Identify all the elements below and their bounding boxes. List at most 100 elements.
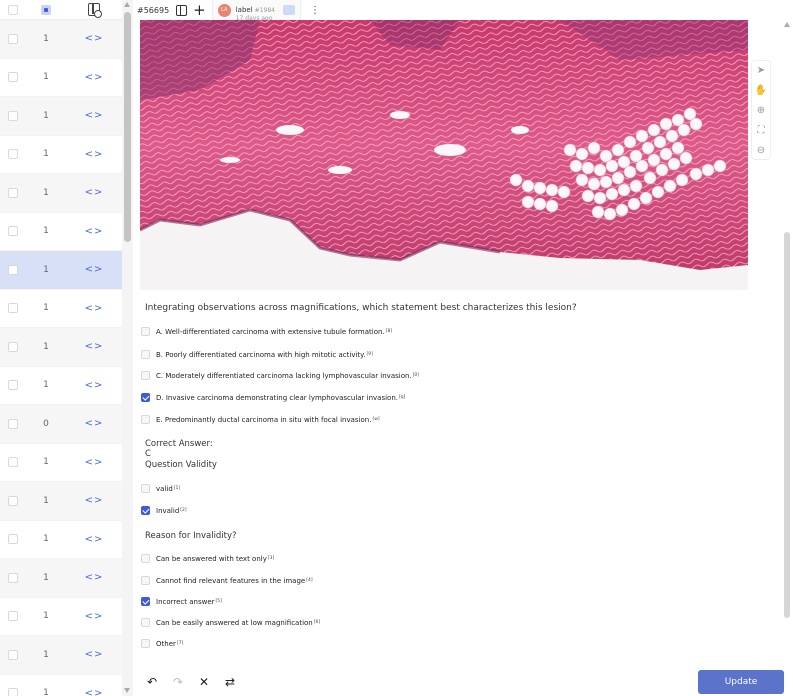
row-checkbox[interactable] xyxy=(8,303,18,314)
task-row[interactable]: 1 <> xyxy=(0,251,122,290)
task-row[interactable]: 1 <> xyxy=(0,174,122,213)
row-checkbox[interactable] xyxy=(8,264,18,275)
zoom-out-icon[interactable]: ⊖ xyxy=(755,144,768,157)
code-icon: <> xyxy=(84,110,104,122)
row-checkbox[interactable] xyxy=(8,33,18,44)
reason-option[interactable]: Cannot find relevant features in the ima… xyxy=(141,576,313,585)
row-checkbox[interactable] xyxy=(8,688,18,696)
task-row[interactable]: 1 <> xyxy=(0,290,122,328)
task-row[interactable]: 1 <> xyxy=(0,97,122,136)
row-checkbox[interactable] xyxy=(8,226,18,237)
question-option[interactable]: D. Invasive carcinoma demonstrating clea… xyxy=(141,393,405,402)
task-row[interactable]: 1 <> xyxy=(0,598,122,636)
row-checkbox[interactable] xyxy=(8,149,18,160)
scroll-thumb[interactable] xyxy=(124,12,131,242)
annotation-count: 1 xyxy=(43,110,49,121)
avatar: LA xyxy=(217,3,231,17)
task-row[interactable]: 1 <> xyxy=(0,521,122,559)
swap-icon[interactable]: ⇄ xyxy=(223,675,237,689)
update-button[interactable]: Update xyxy=(698,670,784,694)
option-checkbox[interactable] xyxy=(141,554,150,563)
question-text: Integrating observations across magnific… xyxy=(145,303,577,313)
code-icon: <> xyxy=(84,302,104,314)
validity-option[interactable]: valid [1] xyxy=(141,484,180,493)
validity-label: Question Validity xyxy=(145,460,217,470)
validity-option[interactable]: Invalid [2] xyxy=(141,506,187,515)
code-icon: <> xyxy=(84,71,104,83)
task-row[interactable]: 1 <> xyxy=(0,59,122,97)
task-row[interactable]: 1 <> xyxy=(0,20,122,59)
option-checkbox[interactable] xyxy=(141,576,150,585)
row-checkbox[interactable] xyxy=(8,611,18,622)
task-row[interactable]: 1 <> xyxy=(0,367,122,405)
task-row[interactable]: 0 <> xyxy=(0,405,122,444)
task-row[interactable]: 1 <> xyxy=(0,636,122,675)
fit-screen-icon[interactable]: ⛶ xyxy=(755,124,768,137)
pointer-icon[interactable]: ➤ xyxy=(755,64,768,77)
row-checkbox[interactable] xyxy=(8,341,18,352)
row-checkbox[interactable] xyxy=(8,380,18,391)
option-label: E. Predominantly ductal carcinoma in sit… xyxy=(156,415,372,424)
reason-option[interactable]: Can be easily answered at low magnificat… xyxy=(141,618,320,627)
row-checkbox[interactable] xyxy=(8,572,18,583)
reason-option[interactable]: Can be answered with text only [3] xyxy=(141,554,274,563)
option-checkbox[interactable] xyxy=(141,371,150,380)
question-option[interactable]: A. Well-differentiated carcinoma with ex… xyxy=(141,327,392,336)
annotations-count-icon[interactable] xyxy=(41,4,51,15)
code-icon: <> xyxy=(84,225,104,237)
scroll-up-arrow[interactable] xyxy=(124,2,130,7)
main-scrollbar[interactable] xyxy=(781,20,793,680)
option-label: D. Invasive carcinoma demonstrating clea… xyxy=(156,393,399,402)
option-checkbox[interactable] xyxy=(141,393,150,402)
redo-icon[interactable]: ↷ xyxy=(171,675,185,689)
task-row[interactable]: 1 <> xyxy=(0,559,122,598)
code-icon: <> xyxy=(84,610,104,622)
task-row[interactable]: 1 <> xyxy=(0,444,122,482)
row-checkbox[interactable] xyxy=(8,418,18,429)
question-option[interactable]: E. Predominantly ductal carcinoma in sit… xyxy=(141,415,380,424)
more-options-icon[interactable]: ⋮ xyxy=(310,5,320,16)
task-list-scrollbar[interactable] xyxy=(122,0,133,696)
annotation-tab[interactable]: LA label #1984 17 days ago xyxy=(211,0,301,21)
option-checkbox[interactable] xyxy=(141,639,150,648)
task-row[interactable]: 1 <> xyxy=(0,213,122,251)
row-checkbox[interactable] xyxy=(8,72,18,83)
reset-icon[interactable]: ✕ xyxy=(197,675,211,689)
annotation-count: 1 xyxy=(43,380,49,391)
option-checkbox[interactable] xyxy=(141,327,150,336)
question-option[interactable]: C. Moderately differentiated carcinoma l… xyxy=(141,371,419,380)
undo-icon[interactable]: ↶ xyxy=(145,675,159,689)
select-all-checkbox[interactable] xyxy=(8,4,18,15)
main-scroll-thumb[interactable] xyxy=(784,232,790,618)
histology-image[interactable] xyxy=(140,20,748,290)
row-checkbox[interactable] xyxy=(8,649,18,660)
reason-option[interactable]: Other [7] xyxy=(141,639,183,648)
scroll-down-arrow[interactable] xyxy=(124,688,130,693)
option-checkbox[interactable] xyxy=(141,484,150,493)
row-checkbox[interactable] xyxy=(8,457,18,468)
task-row[interactable]: 1 <> xyxy=(0,136,122,174)
add-annotation-icon[interactable]: + xyxy=(193,2,206,18)
option-checkbox[interactable] xyxy=(141,350,150,359)
row-checkbox[interactable] xyxy=(8,187,18,198)
annotation-count: 1 xyxy=(43,572,49,583)
option-checkbox[interactable] xyxy=(141,415,150,424)
pan-hand-icon[interactable]: ✋ xyxy=(755,84,768,97)
column-settings-icon[interactable] xyxy=(88,3,102,18)
reason-option[interactable]: Incorrect answer [5] xyxy=(141,597,222,606)
split-view-icon[interactable] xyxy=(176,4,188,16)
labeling-panel: Integrating observations across magnific… xyxy=(133,20,781,660)
main-scroll-up-arrow[interactable] xyxy=(784,22,790,27)
row-checkbox[interactable] xyxy=(8,110,18,121)
task-row[interactable]: 1 <> xyxy=(0,482,122,521)
task-row[interactable]: 1 <> xyxy=(0,328,122,367)
row-checkbox[interactable] xyxy=(8,534,18,545)
option-checkbox[interactable] xyxy=(141,618,150,627)
question-option[interactable]: B. Poorly differentiated carcinoma with … xyxy=(141,350,373,359)
zoom-in-icon[interactable]: ⊕ xyxy=(755,104,768,117)
option-checkbox[interactable] xyxy=(141,597,150,606)
task-list-panel: 1 <> 1 <> 1 <> 1 <> 1 <> 1 <> 1 <> 1 <> 1 <> 1 <> 0 <> 1 <> 1 <> 1… xyxy=(0,0,133,696)
option-checkbox[interactable] xyxy=(141,506,150,515)
row-checkbox[interactable] xyxy=(8,495,18,506)
task-row[interactable]: 1 <> xyxy=(0,675,122,696)
